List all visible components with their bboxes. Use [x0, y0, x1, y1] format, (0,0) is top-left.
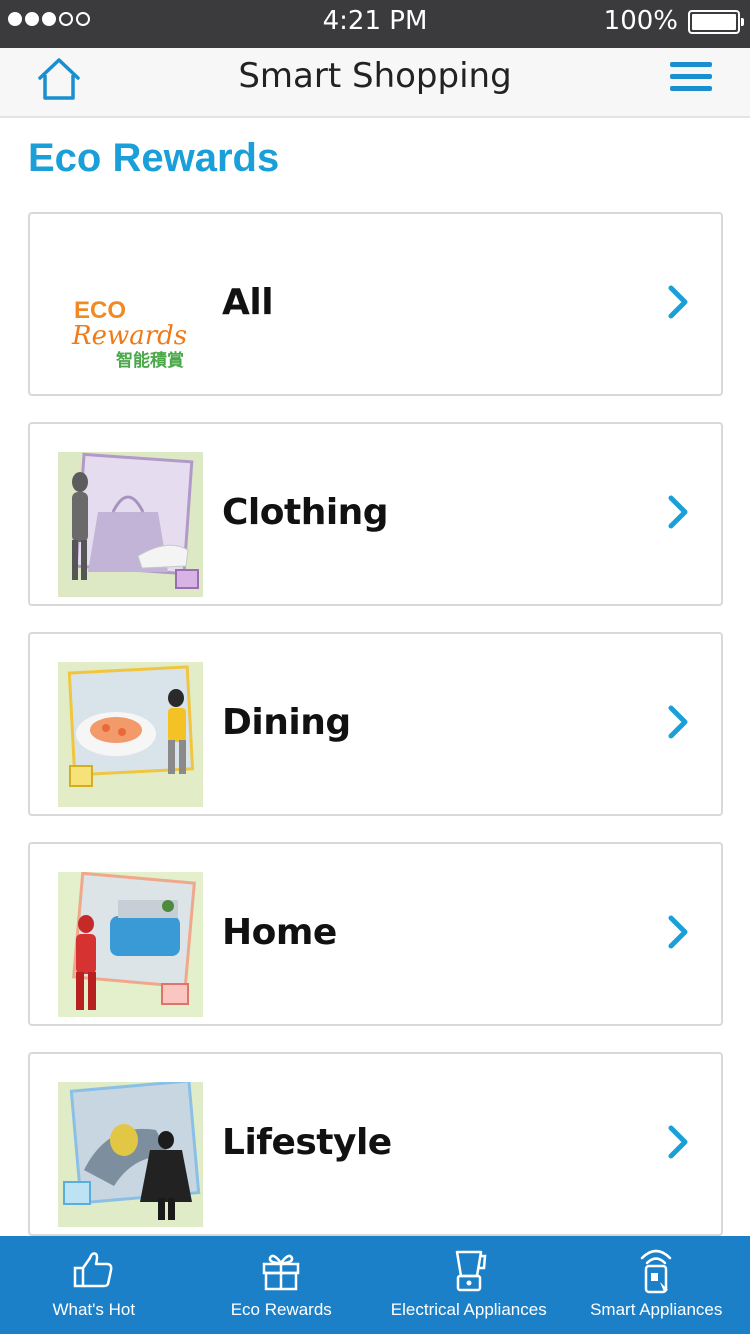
category-card-dining[interactable]: Dining — [28, 632, 723, 816]
clothing-photo — [58, 452, 203, 597]
tab-label: Eco Rewards — [230, 1300, 332, 1319]
navigation-bar: Smart Shopping — [0, 48, 750, 118]
tab-label: What's Hot — [52, 1300, 136, 1319]
status-bar: 4:21 PM 100% — [0, 0, 750, 48]
hamburger-menu-icon — [670, 62, 712, 67]
category-card-home[interactable]: Home — [28, 842, 723, 1026]
category-card-clothing[interactable]: Clothing — [28, 422, 723, 606]
category-card-all[interactable]: ECO Rewards 智能積賞 All — [28, 212, 723, 396]
tab-label: Smart Appliances — [590, 1300, 723, 1319]
tab-label: Electrical Appliances — [390, 1300, 547, 1319]
category-card-lifestyle[interactable]: Lifestyle — [28, 1052, 723, 1236]
bottom-tab-bar: What's Hot Eco Rewards Electrical Applia… — [0, 1236, 750, 1334]
wifi-phone-icon — [641, 1249, 672, 1294]
thumbs-up-icon — [73, 1252, 113, 1288]
category-label: Lifestyle — [222, 1122, 392, 1163]
logo-text-chinese: 智能積賞 — [116, 350, 184, 371]
menu-button[interactable] — [670, 60, 714, 94]
tab-eco-rewards[interactable]: Eco Rewards — [188, 1236, 376, 1334]
logo-text-eco: ECO — [74, 297, 126, 324]
eco-rewards-logo: ECO Rewards 智能積賞 — [58, 242, 203, 387]
category-label: Dining — [222, 702, 351, 743]
chevron-right-icon — [668, 495, 688, 529]
chevron-right-icon — [668, 915, 688, 949]
home-photo — [58, 872, 203, 1017]
gift-icon — [263, 1254, 300, 1291]
chevron-right-icon — [668, 285, 688, 319]
dining-photo — [58, 662, 203, 807]
chevron-right-icon — [668, 1125, 688, 1159]
battery-percentage: 100% — [603, 6, 678, 36]
lifestyle-photo — [58, 1082, 203, 1227]
tab-smart-appliances[interactable]: Smart Appliances — [563, 1236, 750, 1334]
section-title: Eco Rewards — [28, 136, 280, 180]
category-label: All — [222, 282, 274, 323]
battery-icon — [688, 10, 744, 34]
logo-text-rewards: Rewards — [71, 321, 187, 351]
page-title: Smart Shopping — [238, 56, 512, 96]
tab-electrical-appliances[interactable]: Electrical Appliances — [375, 1236, 563, 1334]
category-label: Clothing — [222, 492, 389, 533]
chevron-right-icon — [668, 705, 688, 739]
blender-icon — [455, 1250, 487, 1292]
category-label: Home — [222, 912, 337, 953]
tab-whats-hot[interactable]: What's Hot — [0, 1236, 188, 1334]
